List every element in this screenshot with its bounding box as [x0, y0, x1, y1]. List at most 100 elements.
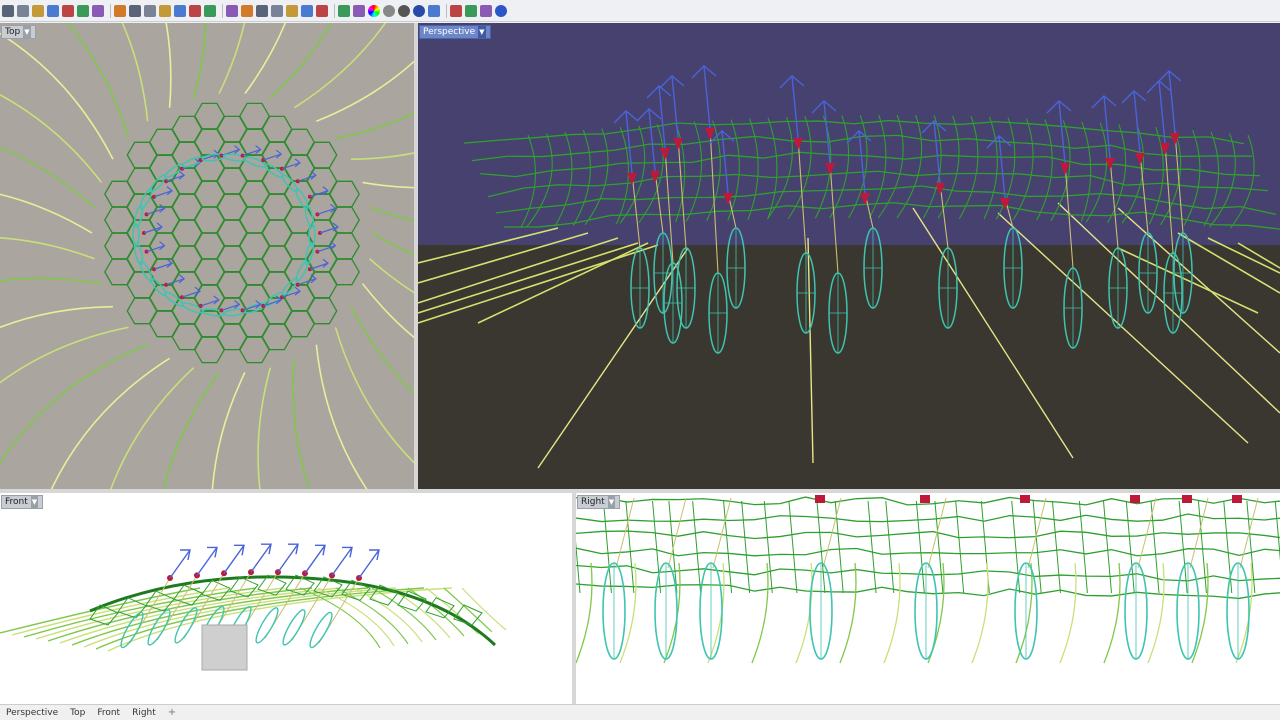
redraw-icon[interactable]	[256, 4, 268, 17]
viewport-label: Front	[5, 497, 28, 507]
radial-curve	[0, 305, 113, 329]
viewport-right[interactable]: Right ▼	[576, 493, 1280, 704]
radial-curve	[351, 152, 414, 161]
top-view-canvas[interactable]	[0, 23, 414, 489]
normal-arrow	[309, 262, 329, 270]
grid-icon[interactable]	[241, 4, 253, 17]
pod-shape	[181, 302, 204, 314]
tab-front[interactable]: Front	[91, 708, 126, 718]
arrow-head	[159, 203, 166, 213]
radial-curve	[244, 23, 287, 95]
pod-shape	[282, 609, 306, 646]
car-icon[interactable]	[286, 4, 298, 17]
zoom-window-icon[interactable]	[189, 4, 201, 17]
radial-curve	[292, 358, 311, 489]
zoom-selected-icon[interactable]	[226, 4, 238, 17]
normal-arrow	[281, 162, 301, 170]
pod-shape	[181, 156, 204, 168]
radial-curve	[0, 93, 103, 183]
normal-arrow	[223, 544, 245, 574]
right-view-canvas[interactable]	[576, 493, 1280, 704]
viewport-tab-perspective[interactable]: Perspective ▼	[419, 25, 491, 39]
tab-perspective[interactable]: Perspective	[0, 708, 64, 718]
chevron-down-icon[interactable]: ▼	[478, 26, 486, 38]
arrow-head	[294, 158, 301, 168]
arrow-head	[213, 295, 220, 305]
zoom-in-icon[interactable]	[159, 4, 171, 17]
viewport-tab-top[interactable]: Top ▼	[1, 25, 36, 39]
canopy-mesh	[955, 500, 965, 594]
radial-curve	[369, 206, 414, 222]
arrow-head	[322, 258, 329, 268]
arrow-head	[156, 222, 163, 232]
light-icon[interactable]	[316, 4, 328, 17]
rotate-icon[interactable]	[144, 4, 156, 17]
radial-curve	[316, 60, 414, 123]
paste-icon[interactable]	[92, 4, 104, 17]
save-icon[interactable]	[32, 4, 44, 17]
zoom-extents-icon[interactable]	[204, 4, 216, 17]
viewport-tab-right[interactable]: Right ▼	[577, 495, 621, 509]
material-icon[interactable]	[353, 4, 365, 17]
tab-right[interactable]: Right	[126, 708, 162, 718]
viewport-top[interactable]: Top ▼	[0, 23, 414, 489]
normal-arrow	[196, 546, 218, 576]
canopy-mesh	[576, 583, 1280, 600]
normal-arrow	[153, 190, 173, 198]
sun-icon[interactable]	[450, 4, 462, 17]
radial-curve	[218, 23, 246, 94]
support-curve	[839, 562, 857, 664]
tab-top[interactable]: Top	[64, 708, 91, 718]
print-icon[interactable]	[47, 4, 59, 17]
viewport-perspective[interactable]: Perspective ▼	[418, 23, 1280, 489]
chevron-down-icon[interactable]: ▼	[23, 26, 31, 38]
radial-curve	[371, 232, 414, 256]
viewport-tab-front[interactable]: Front ▼	[1, 495, 44, 509]
radial-curve	[50, 357, 171, 489]
undo-icon[interactable]	[114, 4, 126, 17]
help-icon[interactable]	[495, 4, 507, 17]
radial-curve	[257, 367, 272, 489]
new-icon[interactable]	[2, 4, 14, 17]
arrow-head	[166, 258, 174, 268]
chevron-down-icon[interactable]: ▼	[30, 496, 39, 508]
arrow-head	[255, 145, 262, 155]
support-curve	[1059, 562, 1077, 664]
sphere-blue-icon[interactable]	[413, 4, 425, 17]
radial-curve	[192, 23, 207, 99]
toolbar-separator	[110, 3, 111, 18]
globe-icon[interactable]	[480, 4, 492, 17]
radial-curve	[0, 343, 148, 464]
open-icon[interactable]	[17, 4, 29, 17]
copy-icon[interactable]	[77, 4, 89, 17]
layer-icon[interactable]	[271, 4, 283, 17]
radial-curve	[0, 277, 102, 285]
pod-shape	[295, 260, 309, 282]
canopy-mesh	[576, 541, 581, 594]
cplane-icon[interactable]	[301, 4, 313, 17]
normal-arrow	[200, 299, 219, 307]
anchor-marker	[1130, 495, 1140, 503]
main-toolbar	[0, 0, 1280, 22]
ghost-icon[interactable]	[428, 4, 440, 17]
arrow-head	[234, 299, 241, 309]
sphere-render-icon[interactable]	[398, 4, 410, 17]
sphere-shaded-icon[interactable]	[383, 4, 395, 17]
pod-shape	[255, 607, 279, 644]
viewport-label: Right	[581, 497, 605, 507]
settings-icon[interactable]	[465, 4, 477, 17]
pan-icon[interactable]	[129, 4, 141, 17]
cut-icon[interactable]	[62, 4, 74, 17]
color-wheel-icon[interactable]	[368, 4, 380, 17]
chevron-down-icon[interactable]: ▼	[607, 496, 616, 508]
hex-cell	[306, 141, 338, 169]
front-view-canvas[interactable]	[0, 493, 572, 704]
add-tab-icon[interactable]: +	[162, 707, 182, 718]
lock-icon[interactable]	[338, 4, 350, 17]
normal-arrow	[169, 549, 191, 579]
toolbar-separator	[222, 3, 223, 18]
zoom-out-icon[interactable]	[174, 4, 186, 17]
canopy-mesh	[723, 500, 733, 594]
viewport-front[interactable]: Front ▼	[0, 493, 572, 704]
perspective-view-canvas[interactable]	[418, 23, 1280, 489]
